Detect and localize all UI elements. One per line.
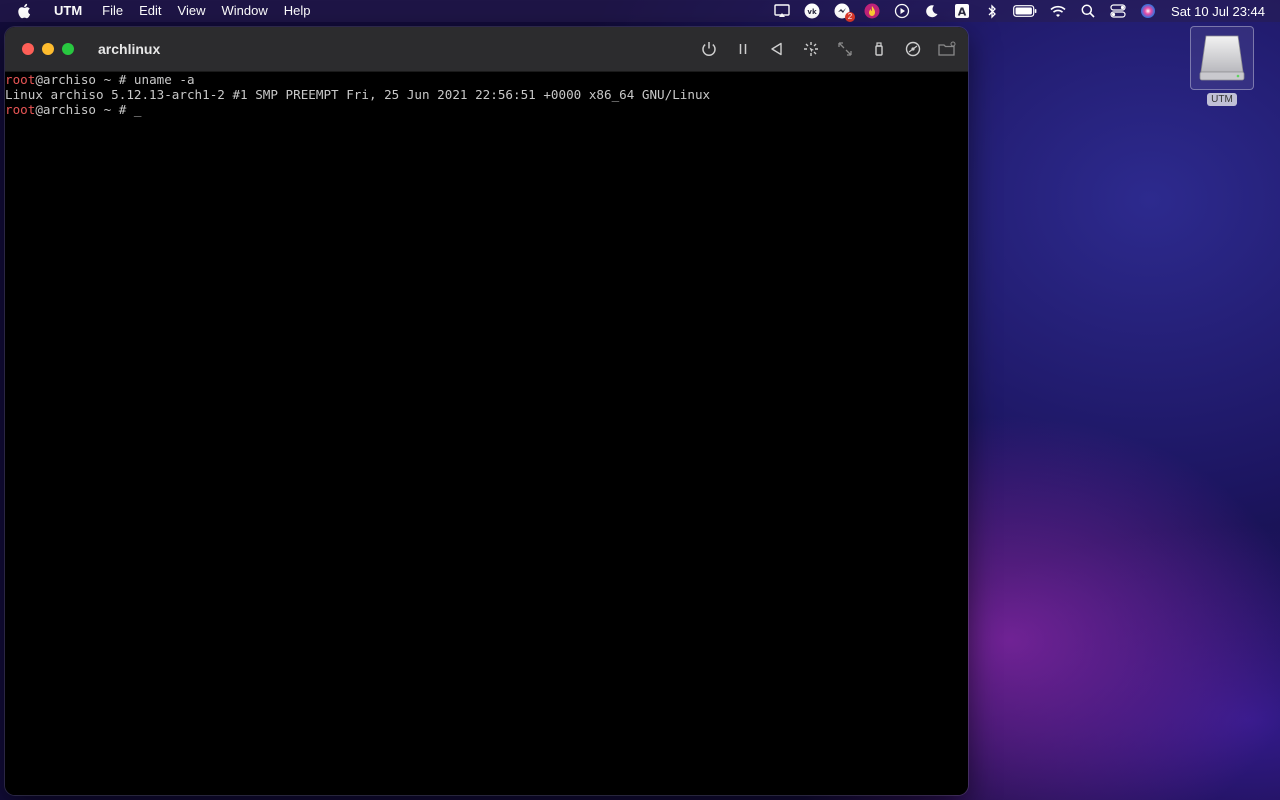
close-button[interactable] <box>22 43 34 55</box>
resize-button[interactable] <box>832 36 858 62</box>
window-titlebar[interactable]: archlinux <box>5 27 968 72</box>
svg-text:A: A <box>958 6 967 19</box>
menu-edit[interactable]: Edit <box>131 0 169 22</box>
text-cursor: _ <box>133 102 142 117</box>
flame-app-icon[interactable] <box>863 3 881 19</box>
messenger-icon[interactable]: 2 <box>833 3 856 22</box>
drive-icon <box>1190 26 1254 90</box>
window-title: archlinux <box>98 41 161 57</box>
resize-icon <box>838 42 852 56</box>
notification-badge: 2 <box>845 12 856 22</box>
command-output: Linux archiso 5.12.13-arch1-2 #1 SMP PRE… <box>5 87 711 102</box>
svg-text:vk: vk <box>807 8 817 16</box>
prompt-user: root <box>5 72 36 87</box>
terminal-line: root@archiso ~ # uname -a <box>5 72 968 87</box>
prompt-user: root <box>5 102 36 117</box>
minimize-button[interactable] <box>42 43 54 55</box>
vm-toolbar <box>688 27 960 71</box>
desktop-drive-utm[interactable]: UTM <box>1189 26 1255 106</box>
menu-window[interactable]: Window <box>213 0 275 22</box>
folder-icon <box>938 41 956 56</box>
pause-icon <box>739 44 747 54</box>
apple-menu-icon[interactable] <box>16 0 32 22</box>
screen-mirroring-icon[interactable] <box>773 3 791 19</box>
disc-icon <box>905 41 921 57</box>
input-source-icon[interactable]: A <box>953 3 971 19</box>
siri-icon[interactable] <box>1139 3 1157 19</box>
cursor-capture-icon <box>804 42 818 56</box>
terminal-line: Linux archiso 5.12.13-arch1-2 #1 SMP PRE… <box>5 87 968 102</box>
moon-icon[interactable] <box>923 3 941 19</box>
play-circle-icon[interactable] <box>893 3 911 19</box>
menu-clock[interactable]: Sat 10 Jul 23:44 <box>1171 4 1265 19</box>
control-center-icon[interactable] <box>1109 3 1127 19</box>
terminal-line: root@archiso ~ # _ <box>5 102 968 117</box>
menu-app-name[interactable]: UTM <box>46 0 90 22</box>
menu-file[interactable]: File <box>94 0 131 22</box>
vk-icon[interactable]: vk <box>803 3 821 19</box>
bluetooth-icon[interactable] <box>983 3 1001 19</box>
triangle-left-icon <box>771 42 782 56</box>
vm-window: archlinux root@archiso ~ # uname -a Linu… <box>5 27 968 795</box>
prompt-command: @archiso ~ # uname -a <box>35 72 195 87</box>
terminal-screen[interactable]: root@archiso ~ # uname -a Linux archiso … <box>5 72 968 795</box>
wifi-icon[interactable] <box>1049 3 1067 19</box>
restart-button[interactable] <box>764 36 790 62</box>
prompt-text: @archiso ~ # <box>35 102 134 117</box>
usb-button[interactable] <box>866 36 892 62</box>
battery-icon[interactable] <box>1013 3 1037 19</box>
pause-button[interactable] <box>730 36 756 62</box>
drives-button[interactable] <box>900 36 926 62</box>
shared-folder-button[interactable] <box>934 36 960 62</box>
desktop-icon-label: UTM <box>1207 93 1237 106</box>
usb-icon <box>875 42 883 56</box>
power-button[interactable] <box>696 36 722 62</box>
menu-bar: UTM File Edit View Window Help vk 2 A Sa… <box>0 0 1280 22</box>
zoom-button[interactable] <box>62 43 74 55</box>
menu-help[interactable]: Help <box>276 0 319 22</box>
power-icon <box>702 42 716 56</box>
capture-input-button[interactable] <box>798 36 824 62</box>
menu-view[interactable]: View <box>170 0 214 22</box>
search-icon[interactable] <box>1079 3 1097 19</box>
